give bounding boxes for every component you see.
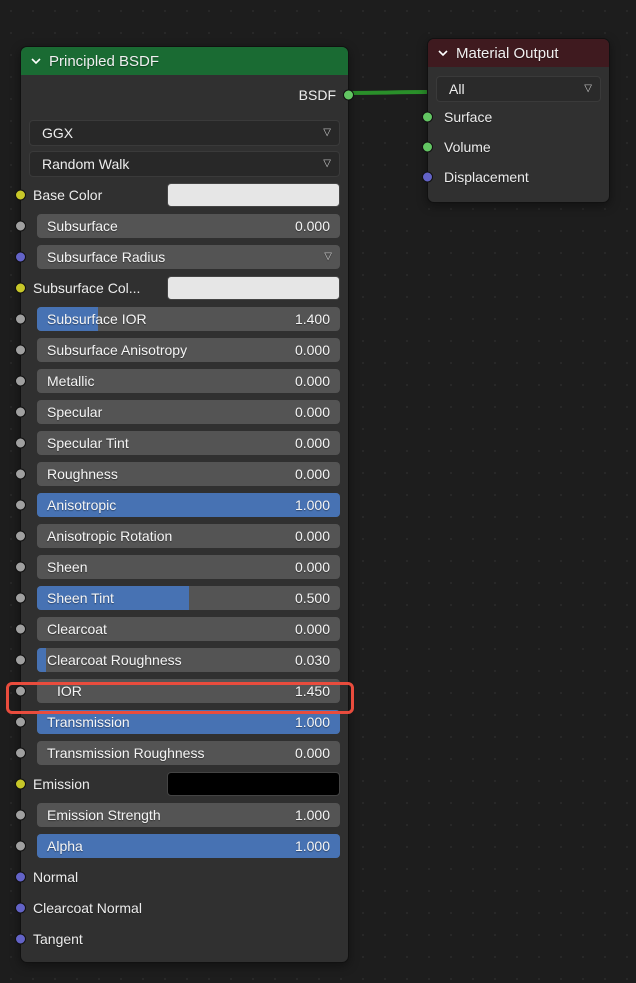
surface-label: Surface	[444, 109, 492, 125]
chevron-down-icon: ▽	[323, 127, 331, 138]
metallic-field[interactable]: Metallic 0.000	[37, 369, 340, 393]
chevron-down-icon: ▽	[324, 251, 332, 262]
subsurface-anisotropy-field[interactable]: Subsurface Anisotropy 0.000	[37, 338, 340, 362]
chevron-down-icon: ▽	[584, 83, 592, 94]
tangent-label: Tangent	[29, 931, 83, 947]
target-dropdown[interactable]: All ▽	[436, 76, 601, 102]
socket-emission-strength[interactable]	[15, 809, 26, 820]
clearcoat-field[interactable]: Clearcoat 0.000	[37, 617, 340, 641]
normal-label: Normal	[29, 869, 78, 885]
base-color-swatch[interactable]	[167, 183, 340, 207]
subsurface-field[interactable]: Subsurface 0.000	[37, 214, 340, 238]
emission-strength-field[interactable]: Emission Strength 1.000	[37, 803, 340, 827]
anisotropic-field[interactable]: Anisotropic 1.000	[37, 493, 340, 517]
subsurface-color-swatch[interactable]	[167, 276, 340, 300]
emission-label: Emission	[29, 776, 159, 792]
socket-ior[interactable]	[15, 685, 26, 696]
socket-subsurface-anisotropy[interactable]	[15, 344, 26, 355]
chevron-down-icon	[29, 54, 43, 68]
socket-subsurface-color[interactable]	[15, 282, 26, 293]
socket-specular-tint[interactable]	[15, 437, 26, 448]
transmission-field[interactable]: Transmission 1.000	[37, 710, 340, 734]
node-header[interactable]: Principled BSDF	[21, 47, 348, 75]
specular-tint-field[interactable]: Specular Tint 0.000	[37, 431, 340, 455]
chevron-down-icon: ▽	[323, 158, 331, 169]
output-bsdf-label: BSDF	[299, 87, 336, 103]
socket-metallic[interactable]	[15, 375, 26, 386]
subsurface-radius-field[interactable]: Subsurface Radius ▽	[37, 245, 340, 269]
transmission-roughness-field[interactable]: Transmission Roughness 0.000	[37, 741, 340, 765]
node-title: Principled BSDF	[49, 53, 159, 70]
emission-swatch[interactable]	[167, 772, 340, 796]
clearcoat-normal-label: Clearcoat Normal	[29, 900, 142, 916]
socket-output-bsdf[interactable]	[343, 90, 354, 101]
roughness-field[interactable]: Roughness 0.000	[37, 462, 340, 486]
socket-transmission-roughness[interactable]	[15, 747, 26, 758]
clearcoat-roughness-field[interactable]: Clearcoat Roughness 0.030	[37, 648, 340, 672]
specular-field[interactable]: Specular 0.000	[37, 400, 340, 424]
volume-label: Volume	[444, 139, 491, 155]
socket-base-color[interactable]	[15, 189, 26, 200]
subsurface-ior-field[interactable]: Subsurface IOR 1.400	[37, 307, 340, 331]
socket-roughness[interactable]	[15, 468, 26, 479]
anisotropic-rotation-field[interactable]: Anisotropic Rotation 0.000	[37, 524, 340, 548]
material-output-node[interactable]: Material Output All ▽ Surface Volume Dis…	[427, 38, 610, 203]
socket-anisotropic-rotation[interactable]	[15, 530, 26, 541]
chevron-down-icon	[436, 46, 450, 60]
socket-normal[interactable]	[15, 871, 26, 882]
socket-subsurface[interactable]	[15, 220, 26, 231]
base-color-label: Base Color	[29, 187, 159, 203]
socket-subsurface-ior[interactable]	[15, 313, 26, 324]
distribution-dropdown[interactable]: GGX ▽	[29, 120, 340, 146]
socket-emission[interactable]	[15, 778, 26, 789]
subsurface-method-dropdown[interactable]: Random Walk ▽	[29, 151, 340, 177]
subsurface-color-label: Subsurface Col...	[29, 280, 159, 296]
ior-field[interactable]: IOR 1.450	[37, 679, 340, 703]
alpha-field[interactable]: Alpha 1.000	[37, 834, 340, 858]
distribution-value: GGX	[42, 125, 73, 141]
node-title: Material Output	[456, 45, 559, 62]
socket-clearcoat-normal[interactable]	[15, 902, 26, 913]
node-header[interactable]: Material Output	[428, 39, 609, 67]
target-value: All	[449, 81, 465, 97]
socket-subsurface-radius[interactable]	[15, 251, 26, 262]
socket-anisotropic[interactable]	[15, 499, 26, 510]
sheen-field[interactable]: Sheen 0.000	[37, 555, 340, 579]
socket-specular[interactable]	[15, 406, 26, 417]
sheen-tint-field[interactable]: Sheen Tint 0.500	[37, 586, 340, 610]
socket-surface[interactable]	[422, 112, 433, 123]
displacement-label: Displacement	[444, 169, 529, 185]
subsurface-method-value: Random Walk	[42, 156, 129, 172]
socket-sheen[interactable]	[15, 561, 26, 572]
socket-alpha[interactable]	[15, 840, 26, 851]
ior-row: IOR 1.450	[29, 677, 340, 704]
socket-sheen-tint[interactable]	[15, 592, 26, 603]
socket-tangent[interactable]	[15, 933, 26, 944]
socket-volume[interactable]	[422, 142, 433, 153]
socket-clearcoat-roughness[interactable]	[15, 654, 26, 665]
socket-transmission[interactable]	[15, 716, 26, 727]
socket-displacement[interactable]	[422, 172, 433, 183]
principled-bsdf-node[interactable]: Principled BSDF BSDF GGX ▽ Random Walk ▽…	[20, 46, 349, 963]
socket-clearcoat[interactable]	[15, 623, 26, 634]
